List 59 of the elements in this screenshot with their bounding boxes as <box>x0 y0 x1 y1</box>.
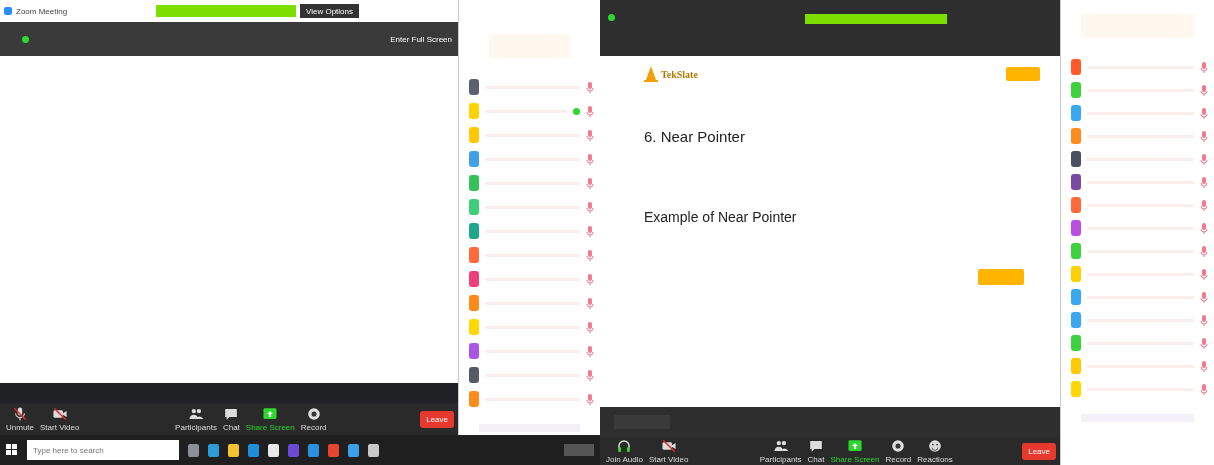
leave-button[interactable]: Leave <box>1022 442 1056 460</box>
search-field[interactable]: Type here to search <box>27 440 179 460</box>
microphone-icon <box>1200 314 1208 326</box>
microphone-icon <box>1200 291 1208 303</box>
microphone-icon <box>586 321 594 333</box>
logo-icon <box>644 66 658 82</box>
video-camera-button[interactable]: Start Video <box>646 438 691 464</box>
microphone-icon <box>586 249 594 261</box>
microphone-icon <box>1200 337 1208 349</box>
microphone-icon <box>586 153 594 165</box>
microphone-icon <box>1200 360 1208 372</box>
microphone-button[interactable]: Unmute <box>4 406 36 432</box>
microphone-icon <box>1200 176 1208 188</box>
record-button[interactable]: Record <box>883 438 914 464</box>
microphone-icon <box>586 81 594 93</box>
microphone-icon <box>1200 130 1208 142</box>
microphone-icon <box>1200 84 1208 96</box>
app-icon[interactable] <box>348 443 359 457</box>
people-button[interactable]: Participants <box>173 406 219 432</box>
full-screen-button[interactable]: Enter Full Screen <box>390 34 452 44</box>
microphone-icon <box>586 201 594 213</box>
microphone-icon <box>586 345 594 357</box>
chat-bubble-button[interactable]: Chat <box>220 406 242 432</box>
smiley-button[interactable]: Reactions <box>915 438 955 464</box>
app-icon[interactable] <box>228 443 239 457</box>
microphone-icon <box>1200 107 1208 119</box>
window-title: Zoom Meeting <box>16 6 69 16</box>
microphone-icon <box>586 105 594 117</box>
microphone-icon <box>1200 222 1208 234</box>
microphone-icon <box>1200 153 1208 165</box>
people-button[interactable]: Participants <box>757 438 804 464</box>
chat-bubble-button[interactable]: Chat <box>805 438 827 464</box>
site-logo: TekSlate <box>661 68 698 80</box>
page-heading: 6. Near Pointer <box>644 128 746 145</box>
view-options-button[interactable]: View Options <box>300 4 359 18</box>
app-icon[interactable] <box>268 443 279 457</box>
windows-start-icon[interactable] <box>6 444 18 456</box>
video-camera-button[interactable]: Start Video <box>38 406 82 432</box>
share-screen-button[interactable]: Share Screen <box>828 438 882 464</box>
status-dot-icon <box>608 14 615 21</box>
section-heading: Example of Near Pointer <box>644 209 798 225</box>
headphones-button[interactable]: Join Audio <box>604 438 645 464</box>
microphone-icon <box>586 177 594 189</box>
microphone-icon <box>586 129 594 141</box>
microphone-icon <box>586 273 594 285</box>
leave-button[interactable]: Leave <box>420 410 454 428</box>
microphone-icon <box>1200 268 1208 280</box>
microphone-icon <box>1200 199 1208 211</box>
microphone-icon <box>586 297 594 309</box>
microphone-icon <box>586 393 594 405</box>
share-screen-button[interactable]: Share Screen <box>243 406 297 432</box>
microphone-icon <box>586 225 594 237</box>
microphone-icon <box>1200 61 1208 73</box>
app-icon[interactable] <box>368 443 379 457</box>
microphone-icon <box>586 369 594 381</box>
record-button[interactable]: Record <box>298 406 329 432</box>
status-dot-icon <box>22 35 29 43</box>
microphone-icon <box>1200 245 1208 257</box>
microphone-icon <box>1200 383 1208 395</box>
